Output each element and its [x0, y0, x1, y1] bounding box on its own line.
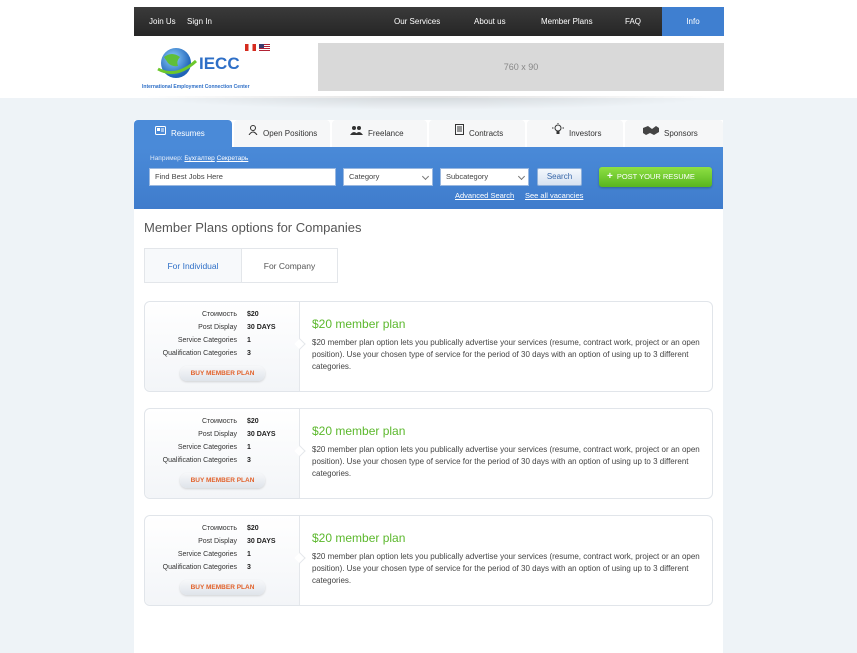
row-label: Service Categories — [177, 551, 237, 558]
nav-info[interactable]: Info — [662, 7, 724, 36]
post-resume-button[interactable]: + POST YOUR RESUME — [599, 167, 712, 187]
page-title: Member Plans options for Companies — [144, 220, 362, 235]
tab-sponsors[interactable]: Sponsors — [625, 120, 723, 147]
row-value: 30 DAYS — [247, 324, 276, 331]
people-icon — [350, 119, 363, 147]
document-icon — [455, 119, 464, 147]
row-label: Service Categories — [177, 444, 237, 451]
plan-title: $20 member plan — [312, 317, 406, 331]
row-label: Qualification Categories — [162, 564, 237, 571]
handshake-icon — [643, 119, 659, 147]
canada-flag-icon[interactable] — [245, 44, 256, 51]
row-value: 1 — [247, 337, 251, 344]
ad-banner-placeholder[interactable]: 760 x 90 — [318, 43, 724, 91]
language-flags — [245, 44, 273, 62]
row-label: Post Display — [198, 431, 237, 438]
top-navigation: Join Us Sign In Our Services About us Me… — [134, 7, 724, 36]
tab-freelance-label: Freelance — [368, 129, 404, 138]
row-label: Qualification Categories — [162, 457, 237, 464]
row-label: Стоимость — [201, 418, 237, 425]
tab-resumes[interactable]: Resumes — [134, 120, 232, 147]
row-value: 1 — [247, 551, 251, 558]
example-link-accountant[interactable]: Бухгалтер — [184, 155, 214, 162]
svg-text:IECC: IECC — [199, 54, 240, 73]
nav-member-plans[interactable]: Member Plans — [541, 7, 593, 36]
logo-subtitle: International Employment Connection Cent… — [142, 84, 250, 90]
sign-in-link[interactable]: Sign In — [187, 7, 212, 36]
tab-sponsors-label: Sponsors — [664, 129, 698, 138]
usa-flag-icon[interactable] — [259, 44, 270, 51]
row-label: Service Categories — [177, 337, 237, 344]
buy-member-plan-button[interactable]: BUY MEMBER PLAN — [180, 580, 265, 595]
see-all-vacancies-link[interactable]: See all vacancies — [525, 191, 583, 200]
search-examples: Например: Бухгалтер Секретарь — [150, 155, 248, 162]
plan-type-switch: For Individual For Company — [144, 248, 338, 283]
category-tabs: Resumes Open Positions Freelance Contrac… — [134, 120, 723, 147]
row-label: Qualification Categories — [162, 350, 237, 357]
row-label: Post Display — [198, 538, 237, 545]
tab-resumes-label: Resumes — [171, 129, 205, 138]
subcategory-select[interactable]: Subcategory — [440, 168, 529, 186]
subcategory-select-value: Subcategory — [446, 172, 489, 181]
resume-icon — [155, 119, 166, 147]
tab-freelance[interactable]: Freelance — [332, 120, 427, 147]
tab-contracts-label: Contracts — [469, 129, 504, 138]
row-value: 3 — [247, 350, 251, 357]
row-value: $20 — [247, 525, 259, 532]
example-link-secretary[interactable]: Секретарь — [217, 155, 249, 162]
pointer-notch — [294, 338, 306, 350]
row-value: 30 DAYS — [247, 538, 276, 545]
tab-open-positions[interactable]: Open Positions — [234, 120, 330, 147]
nav-faq[interactable]: FAQ — [625, 7, 641, 36]
buy-member-plan-button[interactable]: BUY MEMBER PLAN — [180, 473, 265, 488]
job-search-input[interactable]: Find Best Jobs Here — [149, 168, 336, 186]
row-value: 30 DAYS — [247, 431, 276, 438]
person-icon — [248, 119, 258, 147]
plan-summary: Стоимость $20 Post Display 30 DAYS Servi… — [145, 516, 306, 605]
plan-card: Стоимость $20 Post Display 30 DAYS Servi… — [144, 408, 713, 499]
plan-title: $20 member plan — [312, 531, 406, 545]
advanced-search-link[interactable]: Advanced Search — [455, 191, 514, 200]
tab-for-individual[interactable]: For Individual — [145, 249, 241, 282]
nav-our-services[interactable]: Our Services — [394, 7, 440, 36]
row-label: Стоимость — [201, 311, 237, 318]
tab-investors-label: Investors — [569, 129, 602, 138]
category-select[interactable]: Category — [343, 168, 433, 186]
tab-for-company[interactable]: For Company — [241, 249, 337, 282]
row-label: Post Display — [198, 324, 237, 331]
row-value: 1 — [247, 444, 251, 451]
row-value: 3 — [247, 564, 251, 571]
plan-summary: Стоимость $20 Post Display 30 DAYS Servi… — [145, 409, 306, 498]
tab-investors[interactable]: Investors — [527, 120, 623, 147]
lightbulb-icon — [552, 119, 564, 147]
tab-open-positions-label: Open Positions — [263, 129, 318, 138]
join-us-link[interactable]: Join Us — [149, 7, 176, 36]
examples-label: Например: — [150, 155, 183, 162]
row-value: 3 — [247, 457, 251, 464]
chevron-down-icon — [421, 172, 430, 181]
pointer-notch — [294, 552, 306, 564]
plan-card: Стоимость $20 Post Display 30 DAYS Servi… — [144, 515, 713, 606]
plan-description: $20 member plan option lets you publical… — [312, 552, 700, 585]
tab-contracts[interactable]: Contracts — [429, 120, 525, 147]
plan-title: $20 member plan — [312, 424, 406, 438]
nav-about-us[interactable]: About us — [474, 7, 506, 36]
row-value: $20 — [247, 311, 259, 318]
search-button[interactable]: Search — [537, 168, 582, 186]
pointer-notch — [294, 445, 306, 457]
category-select-value: Category — [349, 172, 380, 181]
chevron-down-icon — [517, 172, 526, 181]
row-value: $20 — [247, 418, 259, 425]
post-resume-label: POST YOUR RESUME — [616, 172, 695, 181]
top-bar: Join Us Sign In Our Services About us Me… — [0, 0, 857, 36]
buy-member-plan-button[interactable]: BUY MEMBER PLAN — [180, 366, 265, 381]
row-label: Стоимость — [201, 525, 237, 532]
header-shadow — [140, 96, 720, 110]
plan-description: $20 member plan option lets you publical… — [312, 445, 700, 478]
plan-summary: Стоимость $20 Post Display 30 DAYS Servi… — [145, 302, 306, 391]
plan-card: Стоимость $20 Post Display 30 DAYS Servi… — [144, 301, 713, 392]
plan-description: $20 member plan option lets you publical… — [312, 338, 700, 371]
plus-icon: + — [607, 171, 613, 182]
